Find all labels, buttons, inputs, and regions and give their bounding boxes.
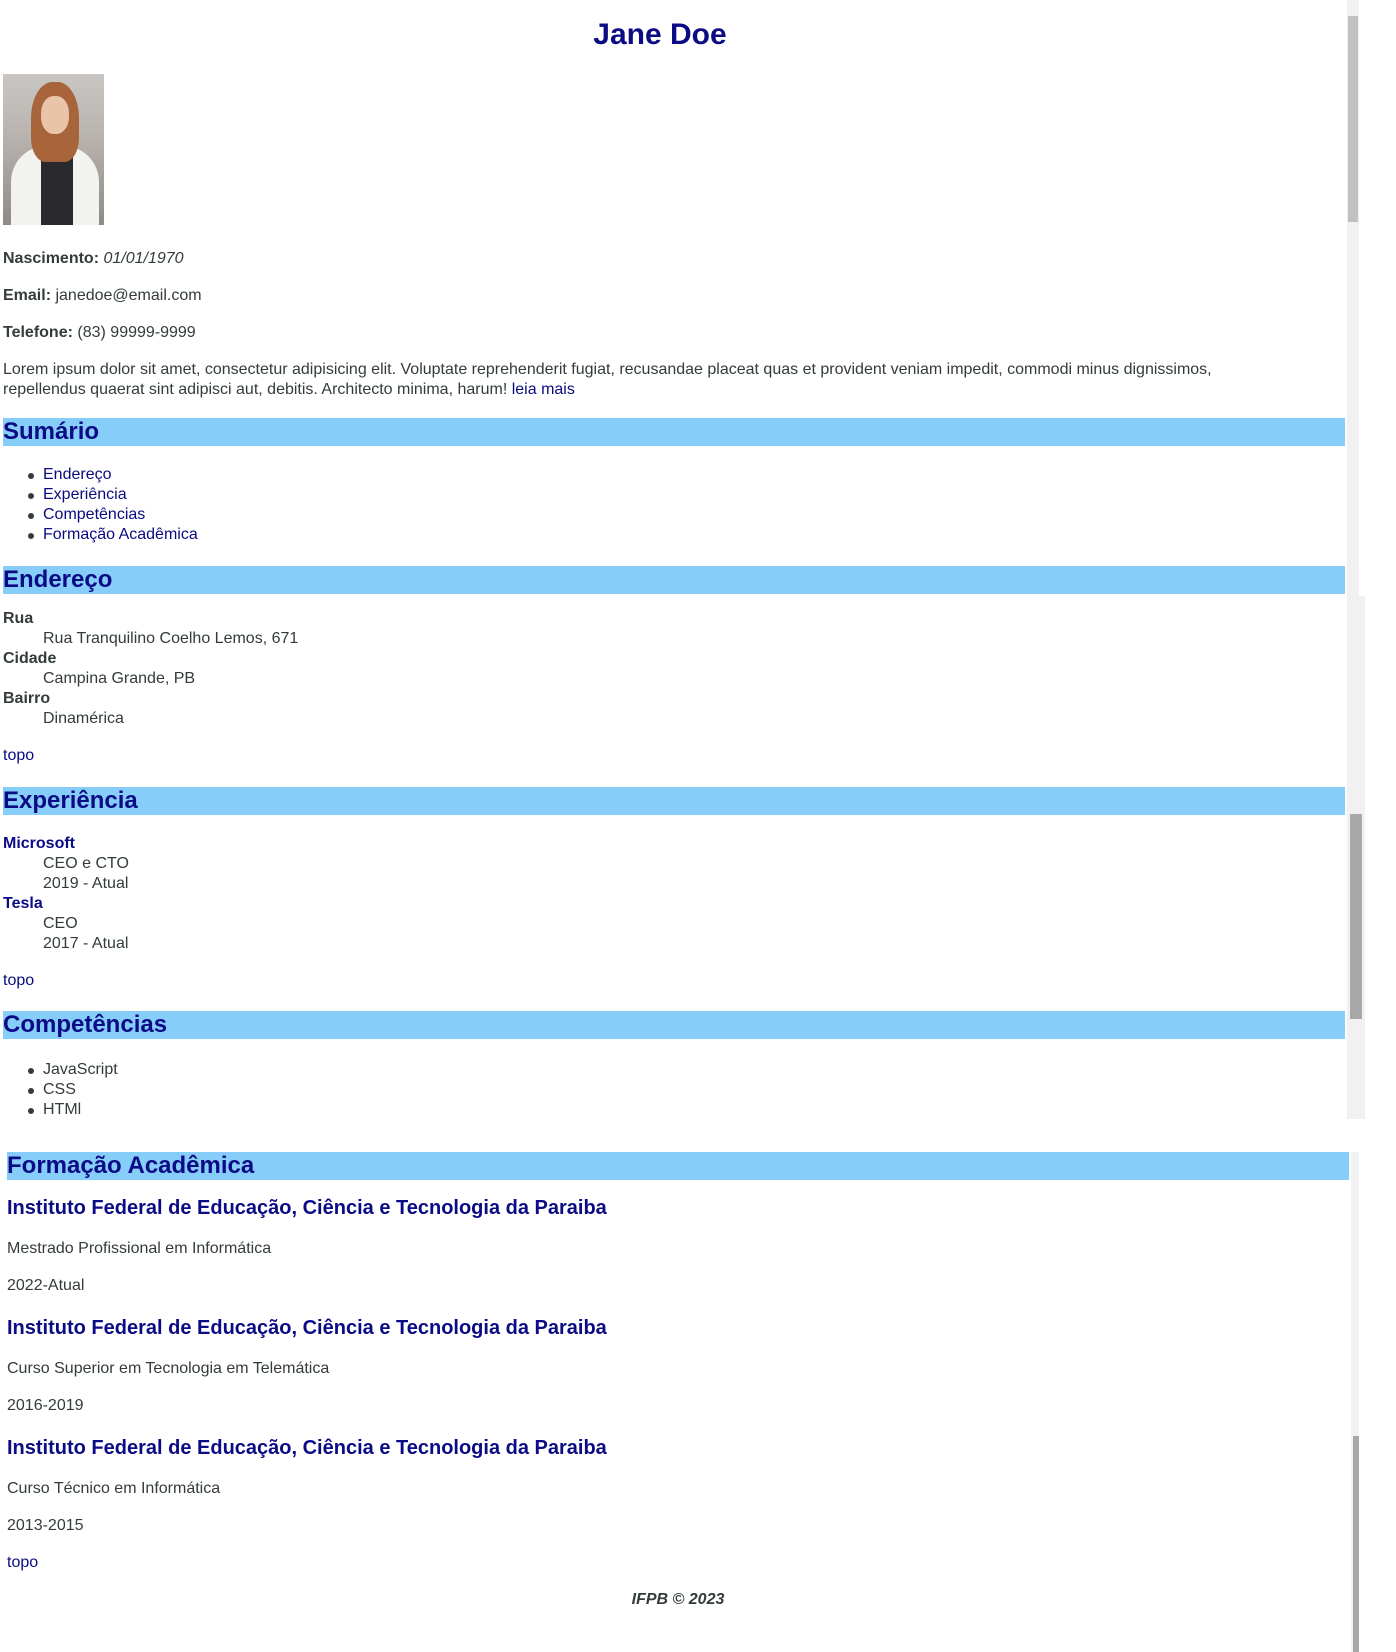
summary-link-education[interactable]: Formação Acadêmica xyxy=(43,526,198,544)
summary-title: Sumário xyxy=(3,418,100,445)
phone-value: (83) 99999-9999 xyxy=(77,324,196,341)
page-bottom-view: Formação Acadêmica Instituto Federal de … xyxy=(0,1119,1366,1652)
job-period: 2019 - Atual xyxy=(43,875,129,892)
education-header: Formação Acadêmica xyxy=(7,1152,1349,1180)
bullet-icon xyxy=(28,473,34,479)
page-top-view: Jane Doe Nascimento: 01/01/1970 Email: j… xyxy=(0,0,1366,596)
skills-title: Competências xyxy=(3,1011,168,1038)
email-row: Email: janedoe@email.com xyxy=(3,287,202,305)
summary-header: Sumário xyxy=(3,418,1345,446)
street-value: Rua Tranquilino Coelho Lemos, 671 xyxy=(43,630,299,647)
education-period: 2022-Atual xyxy=(7,1277,85,1294)
profile-photo xyxy=(3,74,104,225)
job-period: 2017 - Atual xyxy=(43,935,129,952)
education-title: Formação Acadêmica xyxy=(7,1152,255,1179)
top-link[interactable]: topo xyxy=(3,972,34,990)
bio-text: repellendus quaerat sint adipisci aut, d… xyxy=(3,381,508,398)
bullet-icon xyxy=(28,1088,34,1094)
summary-link-experience[interactable]: Experiência xyxy=(43,486,127,504)
bullet-icon xyxy=(28,493,34,499)
district-label: Bairro xyxy=(3,690,51,707)
email-value: janedoe@email.com xyxy=(55,287,202,304)
job-role: CEO e CTO xyxy=(43,855,129,872)
bio-line-2: repellendus quaerat sint adipisci aut, d… xyxy=(3,381,575,399)
page-middle-view: Rua Rua Tranquilino Coelho Lemos, 671 Ci… xyxy=(0,596,1366,1119)
footer-text: IFPB © 2023 xyxy=(631,1591,725,1608)
summary-link-address[interactable]: Endereço xyxy=(43,466,112,484)
education-institution: Instituto Federal de Educação, Ciência e… xyxy=(7,1317,607,1339)
birth-row: Nascimento: 01/01/1970 xyxy=(3,250,184,268)
scrollbar[interactable] xyxy=(1347,0,1359,596)
scrollbar-thumb[interactable] xyxy=(1350,814,1362,1019)
bullet-icon xyxy=(28,1068,34,1074)
education-period: 2016-2019 xyxy=(7,1397,84,1414)
address-header-partial: Endereço xyxy=(3,566,1345,594)
skill-item: CSS xyxy=(43,1081,76,1098)
birth-label: Nascimento: xyxy=(3,250,100,267)
skills-header: Competências xyxy=(3,1011,1345,1039)
bullet-icon xyxy=(28,513,34,519)
experience-header: Experiência xyxy=(3,787,1345,815)
phone-row: Telefone: (83) 99999-9999 xyxy=(3,324,196,342)
job-role: CEO xyxy=(43,915,78,932)
education-course: Curso Técnico em Informática xyxy=(7,1480,221,1497)
scrollbar-thumb[interactable] xyxy=(1353,1436,1359,1652)
district-value: Dinamérica xyxy=(43,710,124,727)
street-label: Rua xyxy=(3,610,34,627)
bullet-icon xyxy=(28,533,34,539)
top-link[interactable]: topo xyxy=(7,1554,38,1572)
bio-line-1: Lorem ipsum dolor sit amet, consectetur … xyxy=(3,361,1212,378)
education-period: 2013-2015 xyxy=(7,1517,84,1534)
education-institution: Instituto Federal de Educação, Ciência e… xyxy=(7,1437,607,1459)
job-company: Tesla xyxy=(3,895,43,912)
experience-title: Experiência xyxy=(3,787,138,814)
education-course: Curso Superior em Tecnologia em Telemáti… xyxy=(7,1360,330,1377)
city-value: Campina Grande, PB xyxy=(43,670,196,687)
birth-value: 01/01/1970 xyxy=(103,250,184,267)
scrollbar[interactable] xyxy=(1351,1152,1359,1652)
summary-link-skills[interactable]: Competências xyxy=(43,506,145,524)
page-title: Jane Doe xyxy=(593,18,727,51)
education-course: Mestrado Profissional em Informática xyxy=(7,1240,272,1257)
top-link[interactable]: topo xyxy=(3,747,34,765)
education-institution: Instituto Federal de Educação, Ciência e… xyxy=(7,1197,607,1219)
email-label: Email: xyxy=(3,287,52,304)
skill-item: JavaScript xyxy=(43,1061,118,1078)
city-label: Cidade xyxy=(3,650,57,667)
read-more-link[interactable]: leia mais xyxy=(512,381,575,398)
skill-item: HTMl xyxy=(43,1101,82,1118)
address-title-partial: Endereço xyxy=(3,566,113,593)
job-company: Microsoft xyxy=(3,835,75,852)
bullet-icon xyxy=(28,1108,34,1114)
phone-label: Telefone: xyxy=(3,324,73,341)
scrollbar[interactable] xyxy=(1347,596,1365,1119)
scrollbar-thumb[interactable] xyxy=(1348,16,1358,222)
